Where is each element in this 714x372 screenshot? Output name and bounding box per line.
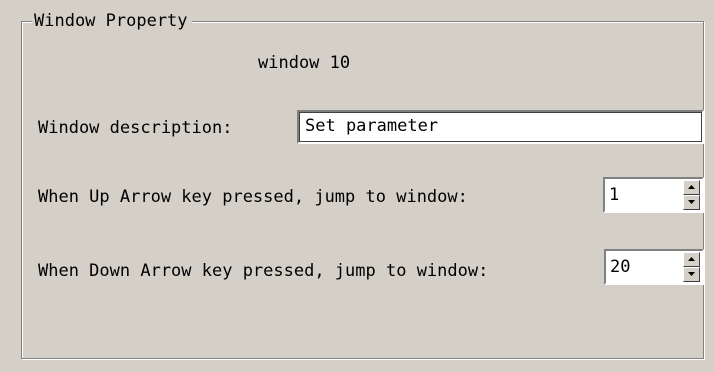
spin-down-arrow-icon [688, 200, 695, 204]
down-arrow-spin-increment-button[interactable] [683, 252, 700, 267]
window-name-label: window 10 [258, 53, 351, 73]
up-arrow-spin-increment-button[interactable] [683, 180, 700, 195]
spin-down-arrow-icon [688, 272, 695, 276]
down-arrow-spin-decrement-button[interactable] [683, 267, 700, 282]
window-description-label: Window description: [38, 118, 233, 138]
window-property-panel: Window Property window 10 Window descrip… [0, 0, 714, 372]
window-description-input[interactable]: Set parameter [297, 110, 704, 144]
groupbox-title: Window Property [32, 10, 192, 32]
down-arrow-spin-buttons [683, 252, 700, 282]
spin-up-arrow-icon [688, 185, 695, 189]
down-arrow-jump-spinner[interactable]: 20 [604, 249, 704, 285]
up-arrow-jump-label: When Up Arrow key pressed, jump to windo… [38, 187, 468, 207]
up-arrow-spin-decrement-button[interactable] [683, 195, 700, 210]
up-arrow-jump-value[interactable]: 1 [609, 182, 619, 208]
spin-up-arrow-icon [688, 257, 695, 261]
down-arrow-jump-value[interactable]: 20 [610, 254, 630, 280]
down-arrow-jump-label: When Down Arrow key pressed, jump to win… [38, 261, 489, 281]
up-arrow-jump-spinner[interactable]: 1 [603, 177, 704, 213]
up-arrow-spin-buttons [683, 180, 700, 210]
